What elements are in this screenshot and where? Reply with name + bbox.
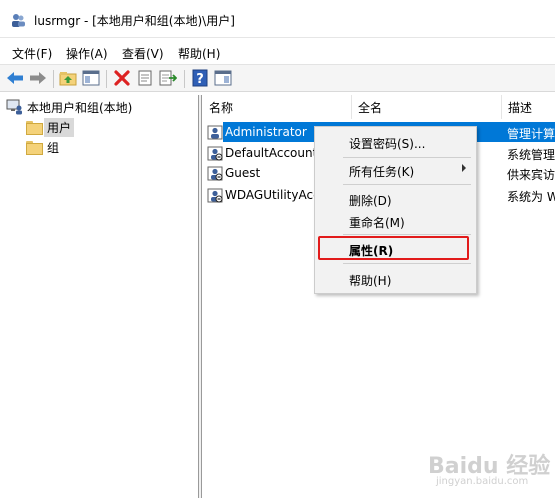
menu-item-delete[interactable]: 删除(D) bbox=[315, 188, 476, 210]
window-title: lusrmgr - [本地用户和组(本地)\用户] bbox=[34, 14, 235, 28]
user-description: 管理计算 bbox=[507, 127, 555, 141]
menu-file[interactable]: 文件(F) bbox=[12, 45, 52, 62]
highlight-box bbox=[318, 236, 469, 260]
column-header-name[interactable]: 名称 bbox=[203, 95, 352, 119]
user-disabled-icon bbox=[207, 166, 223, 181]
user-icon bbox=[207, 125, 223, 140]
user-name: Guest bbox=[225, 166, 261, 180]
delete-icon[interactable] bbox=[112, 68, 132, 88]
menu-bar: 文件(F) 操作(A) 查看(V) 帮助(H) bbox=[0, 40, 555, 64]
show-tree-icon[interactable] bbox=[81, 68, 101, 88]
up-folder-icon[interactable] bbox=[58, 68, 78, 88]
title-bar: lusrmgr - [本地用户和组(本地)\用户] bbox=[0, 0, 555, 38]
pane-splitter[interactable] bbox=[199, 95, 202, 498]
user-description: 系统为 W bbox=[507, 190, 555, 204]
export-icon[interactable] bbox=[158, 68, 178, 88]
tree-item-groups[interactable]: 组 bbox=[26, 138, 62, 156]
folder-icon bbox=[26, 121, 43, 135]
menu-item-label: 帮助(H) bbox=[349, 274, 392, 288]
menu-separator bbox=[343, 263, 471, 264]
user-description: 系统管理 bbox=[507, 148, 555, 162]
menu-item-rename[interactable]: 重命名(M) bbox=[315, 210, 476, 232]
menu-item-all-tasks[interactable]: 所有任务(K) bbox=[315, 159, 476, 181]
help-icon[interactable]: ? bbox=[190, 68, 210, 88]
menu-item-label: 删除(D) bbox=[349, 194, 392, 208]
menu-separator bbox=[343, 157, 471, 158]
properties-icon[interactable] bbox=[135, 68, 155, 88]
menu-action[interactable]: 操作(A) bbox=[66, 45, 108, 62]
user-name: Administrator bbox=[225, 125, 307, 139]
column-header-fullname[interactable]: 全名 bbox=[352, 95, 502, 119]
menu-help[interactable]: 帮助(H) bbox=[178, 45, 220, 62]
back-arrow-icon[interactable] bbox=[5, 68, 25, 88]
menu-separator bbox=[343, 184, 471, 185]
column-header-description[interactable]: 描述 bbox=[502, 95, 555, 119]
view-icon[interactable] bbox=[213, 68, 233, 88]
tree-root[interactable]: 本地用户和组(本地) bbox=[6, 98, 135, 116]
tree-root-label: 本地用户和组(本地) bbox=[27, 100, 133, 115]
menu-item-label: 设置密码(S)... bbox=[349, 137, 426, 151]
tree-item-groups-label: 组 bbox=[47, 140, 60, 155]
toolbar-separator bbox=[53, 70, 54, 88]
users-app-icon bbox=[12, 14, 25, 27]
menu-item-set-password[interactable]: 设置密码(S)... bbox=[315, 131, 476, 153]
user-disabled-icon bbox=[207, 188, 223, 203]
menu-separator bbox=[343, 234, 471, 235]
user-description: 供来宾访 bbox=[507, 168, 555, 182]
computer-users-icon bbox=[6, 99, 22, 115]
folder-icon bbox=[26, 141, 43, 155]
watermark: Baidu 经验 jingyan.baidu.com bbox=[428, 448, 550, 492]
user-name: DefaultAccount bbox=[225, 146, 318, 160]
tree-item-users[interactable]: 用户 bbox=[26, 117, 75, 137]
menu-item-label: 所有任务(K) bbox=[349, 165, 415, 179]
submenu-arrow-icon bbox=[462, 164, 466, 172]
toolbar-separator bbox=[106, 70, 107, 88]
tree-pane: 本地用户和组(本地) 用户 组 bbox=[0, 95, 199, 498]
user-name: WDAGUtilityAcc bbox=[225, 188, 320, 202]
toolbar-separator bbox=[184, 70, 185, 88]
context-menu: 设置密码(S)... 所有任务(K) 删除(D) 重命名(M) 属性(R) 帮助… bbox=[314, 126, 477, 294]
watermark-sub: jingyan.baidu.com bbox=[436, 476, 529, 487]
user-disabled-icon bbox=[207, 146, 223, 161]
menu-item-label: 重命名(M) bbox=[349, 216, 405, 230]
menu-view[interactable]: 查看(V) bbox=[122, 45, 164, 62]
tree-item-users-label: 用户 bbox=[44, 117, 75, 137]
forward-arrow-icon[interactable] bbox=[28, 68, 48, 88]
toolbar: ? bbox=[0, 64, 555, 92]
menu-item-help[interactable]: 帮助(H) bbox=[315, 268, 476, 290]
svg-text:?: ? bbox=[196, 72, 204, 87]
